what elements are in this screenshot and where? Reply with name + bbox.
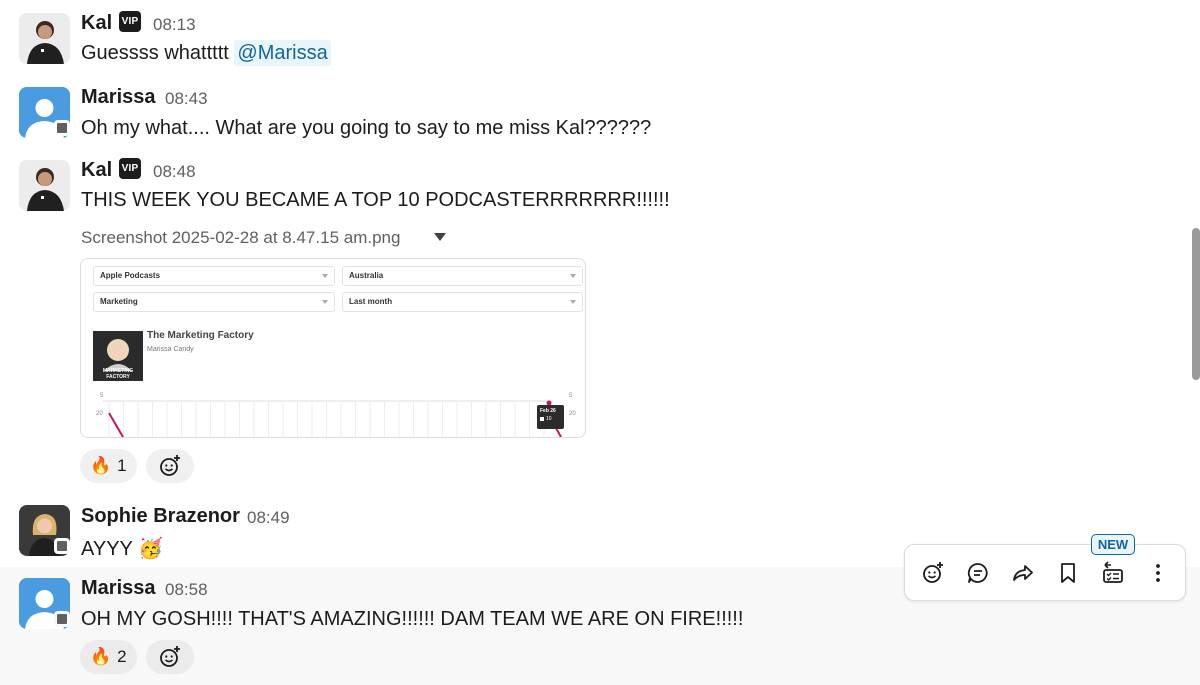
scrollbar-thumb[interactable] — [1192, 228, 1200, 380]
reaction-count: 2 — [117, 647, 127, 666]
chart-line-left — [108, 412, 124, 437]
country-select: Australia — [342, 266, 583, 286]
y-tick-mid-right: 20 — [569, 411, 576, 417]
period-select: Last month — [342, 292, 583, 312]
file-name[interactable]: Screenshot 2025-02-28 at 8.47.15 am.png — [81, 228, 400, 248]
message-text-body: Guessss whattttt — [81, 42, 229, 64]
cover-text: MARKETING FACTORY — [102, 368, 134, 380]
presence-indicator — [54, 611, 70, 627]
author-name[interactable]: Kal — [81, 12, 112, 35]
chart-tooltip: Feb 26 10 — [537, 405, 564, 429]
tooltip-swatch — [540, 417, 544, 421]
y-tick-top-left: 5 — [100, 393, 104, 399]
timestamp[interactable]: 08:49 — [247, 508, 290, 528]
message-actions-toolbar — [904, 544, 1186, 601]
add-reaction-icon — [923, 562, 943, 583]
add-reaction-icon — [160, 455, 180, 476]
podcast-author: Marissa Candy — [147, 346, 194, 353]
message-text-body: AYYY — [81, 538, 133, 560]
presence-indicator — [54, 120, 70, 136]
add-to-list-icon — [1103, 561, 1123, 583]
podcast-title: The Marketing Factory — [147, 330, 254, 341]
timestamp[interactable]: 08:48 — [153, 162, 196, 182]
avatar-kal[interactable] — [19, 160, 70, 211]
reply-in-thread-button[interactable] — [962, 557, 994, 589]
y-tick-top-right: 5 — [569, 393, 573, 399]
more-actions-button[interactable] — [1142, 557, 1174, 589]
more-actions-icon — [1156, 564, 1160, 582]
save-icon — [1061, 563, 1075, 583]
ranking-chart — [103, 400, 562, 437]
tooltip-value-row: 10 — [540, 415, 561, 423]
podcast-cover: MARKETING FACTORY — [93, 331, 143, 381]
user-mention[interactable]: @Marissa — [234, 40, 331, 66]
add-reaction-icon — [160, 646, 180, 667]
fire-emoji: 🔥 — [90, 456, 112, 475]
image-preview[interactable]: Apple Podcasts Australia Marketing Last … — [80, 258, 586, 438]
timestamp[interactable]: 08:43 — [165, 89, 208, 109]
add-reaction-button[interactable] — [146, 640, 194, 674]
author-name[interactable]: Kal — [81, 159, 112, 182]
platform-select: Apple Podcasts — [93, 266, 335, 286]
timestamp[interactable]: 08:58 — [165, 580, 208, 600]
reply-in-thread-icon — [967, 563, 988, 583]
vip-badge: VIP — [119, 11, 141, 32]
add-reaction-button[interactable] — [917, 557, 949, 589]
tooltip-date: Feb 26 — [540, 408, 556, 414]
category-select: Marketing — [93, 292, 335, 312]
add-reaction-button[interactable] — [146, 449, 194, 483]
author-name[interactable]: Marissa — [81, 86, 156, 109]
reaction-fire[interactable]: 🔥 2 — [80, 640, 137, 674]
vip-badge: VIP — [119, 158, 141, 179]
partying-face-emoji: 🥳 — [138, 538, 163, 560]
fire-emoji: 🔥 — [90, 647, 112, 666]
author-name[interactable]: Sophie Brazenor — [81, 505, 240, 528]
message-text: Guessss whattttt @Marissa — [81, 40, 331, 66]
tooltip-value: 10 — [546, 416, 552, 422]
new-feature-badge: NEW — [1091, 534, 1135, 555]
reaction-count: 1 — [117, 456, 127, 475]
reaction-fire[interactable]: 🔥 1 — [80, 449, 137, 483]
timestamp[interactable]: 08:13 — [153, 15, 196, 35]
forward-button[interactable] — [1007, 557, 1039, 589]
forward-icon — [1013, 565, 1033, 581]
author-name[interactable]: Marissa — [81, 577, 156, 600]
message-text: OH MY GOSH!!!! THAT'S AMAZING!!!!!! DAM … — [81, 608, 744, 630]
message-text: Oh my what.... What are you going to say… — [81, 117, 652, 139]
chevron-down-icon[interactable] — [434, 233, 446, 241]
y-tick-mid-left: 20 — [96, 411, 103, 417]
chart-gridlines — [108, 401, 545, 437]
add-to-list-button[interactable] — [1097, 557, 1129, 589]
avatar-kal[interactable] — [19, 13, 70, 64]
message-text: AYYY 🥳 — [81, 536, 163, 561]
save-for-later-button[interactable] — [1052, 557, 1084, 589]
message-text: THIS WEEK YOU BECAME A TOP 10 PODCASTERR… — [81, 189, 670, 211]
presence-indicator — [54, 538, 70, 554]
